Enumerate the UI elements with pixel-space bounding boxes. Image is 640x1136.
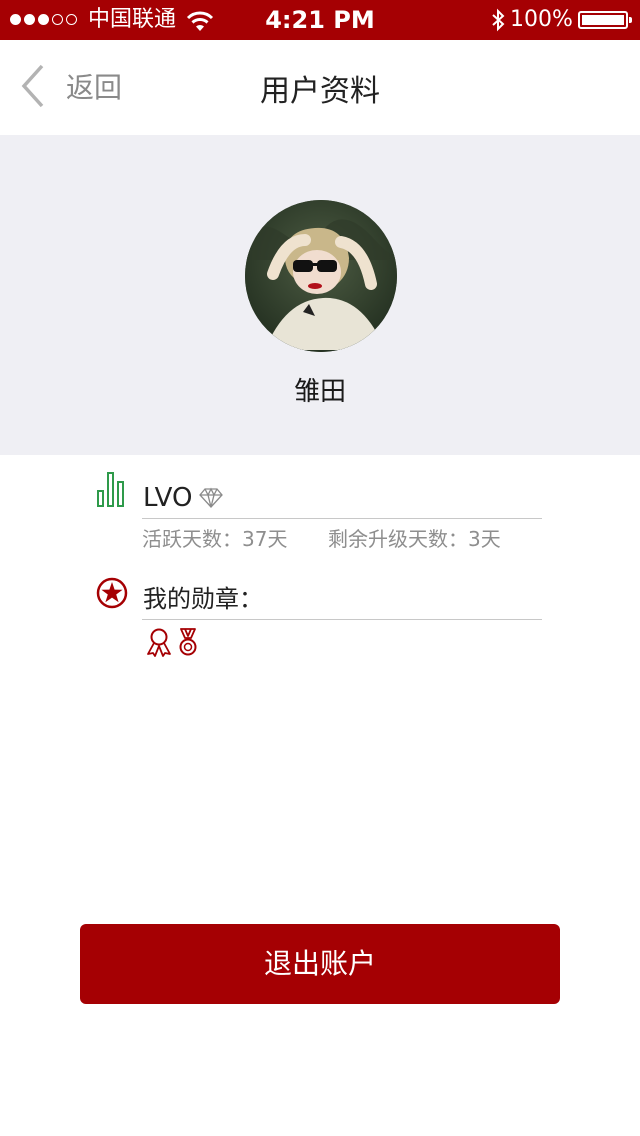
ribbon-badge-icon[interactable]	[146, 627, 172, 657]
badges-divider	[142, 619, 542, 620]
user-profile-screen: 中国联通 4:21 PM 100% 返回 用户资料 雏田 LVO 活跃天数：37…	[0, 0, 640, 1136]
avatar-photo	[245, 200, 397, 352]
navigation-bar: 返回 用户资料	[0, 40, 640, 135]
level-bars-icon	[97, 472, 124, 507]
level-divider	[142, 518, 542, 519]
battery-icon	[578, 11, 632, 29]
battery-percentage: 100%	[510, 7, 573, 32]
active-days: 活跃天数：37天	[142, 527, 288, 551]
avatar[interactable]	[245, 200, 397, 352]
logout-button[interactable]: 退出账户	[80, 924, 560, 1004]
username: 雏田	[293, 377, 346, 407]
medal-icon[interactable]	[177, 627, 199, 657]
diamond-icon	[199, 487, 223, 508]
upgrade-days-remaining: 剩余升级天数：3天	[328, 527, 501, 551]
badges-label: 我的勋章：	[143, 585, 263, 613]
status-bar: 中国联通 4:21 PM 100%	[0, 0, 640, 40]
star-badge-icon	[96, 577, 128, 609]
level-label: LVO	[143, 483, 193, 513]
bluetooth-icon	[492, 8, 505, 32]
profile-header: 雏田	[0, 135, 640, 455]
page-title: 用户资料	[260, 74, 380, 109]
